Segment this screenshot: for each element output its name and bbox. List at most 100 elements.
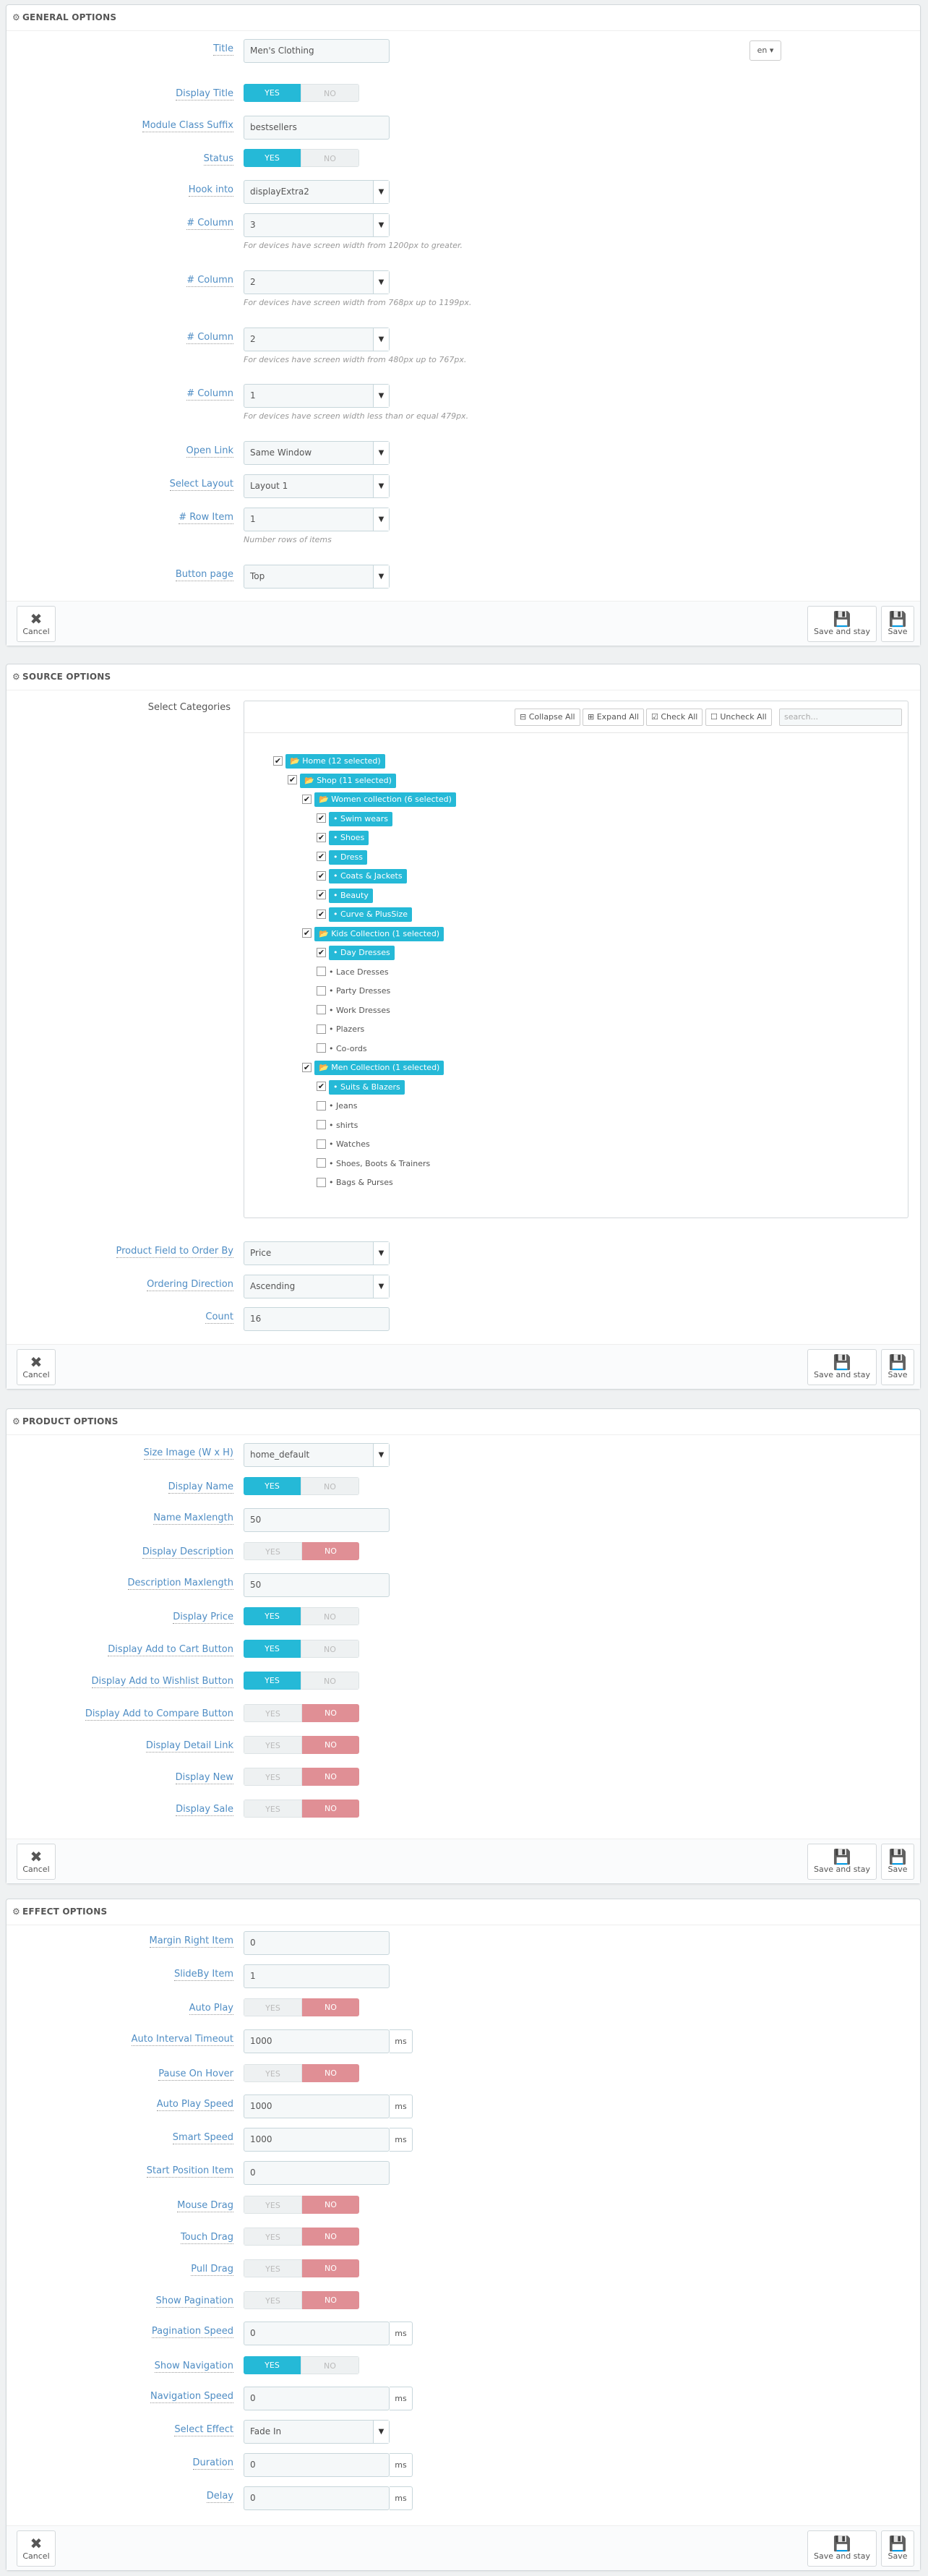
tree-node-label[interactable]: • Beauty	[329, 888, 373, 903]
auto-play-toggle[interactable]: YES NO	[244, 1998, 359, 2016]
tree-node-label[interactable]: • Swim wears	[329, 811, 393, 826]
tree-node-checkbox[interactable]: ✔	[317, 890, 326, 899]
tree-node[interactable]: ✔ 📂 Men Collection (1 selected)	[302, 1060, 444, 1076]
tree-node[interactable]: • Lace Dresses	[317, 964, 389, 980]
tree-node-checkbox[interactable]: ✔	[317, 909, 326, 919]
add-to-compare-toggle[interactable]: YES NO	[244, 1704, 359, 1722]
tree-node-label[interactable]: • Plazers	[329, 1024, 364, 1034]
expand-all-button[interactable]: ⊞ Expand All	[583, 709, 644, 726]
tree-node[interactable]: ✔ 📂 Women collection (6 selected)	[302, 792, 456, 808]
tree-node[interactable]: ✔ • Coats & Jackets	[317, 868, 407, 884]
tree-node-checkbox[interactable]: ✔	[317, 870, 326, 881]
display-title-toggle[interactable]: YES NO	[244, 84, 359, 102]
name-maxlength-input[interactable]: 50	[244, 1508, 390, 1532]
tree-node-label[interactable]: • Shoes	[329, 831, 369, 845]
row-item-select[interactable]: 1 ▼	[244, 508, 390, 531]
pull-drag-toggle[interactable]: YES NO	[244, 2259, 359, 2277]
tree-node[interactable]: ✔ • Suits & Blazers	[317, 1079, 405, 1095]
tree-node-checkbox[interactable]	[317, 1158, 326, 1168]
mouse-drag-toggle[interactable]: YES NO	[244, 2196, 359, 2214]
tree-node[interactable]: • Co-ords	[317, 1041, 367, 1057]
tree-node-checkbox[interactable]: ✔	[288, 775, 297, 784]
tree-node[interactable]: ✔ • Beauty	[317, 888, 373, 904]
collapse-all-button[interactable]: ⊟ Collapse All	[515, 709, 580, 726]
duration-input[interactable]: 0	[244, 2453, 390, 2477]
tree-node-label[interactable]: • Jeans	[329, 1101, 357, 1111]
module-class-suffix-input[interactable]: bestsellers	[244, 116, 390, 140]
display-new-toggle[interactable]: YES NO	[244, 1768, 359, 1786]
uncheck-all-button[interactable]: ☐ Uncheck All	[705, 709, 772, 726]
show-navigation-toggle[interactable]: YES NO	[244, 2356, 359, 2374]
tree-node[interactable]: ✔ 📂 Kids Collection (1 selected)	[302, 926, 444, 942]
pause-hover-toggle[interactable]: YES NO	[244, 2064, 359, 2082]
tree-node-checkbox[interactable]: ✔	[302, 794, 312, 804]
tree-node-label[interactable]: • Lace Dresses	[329, 967, 389, 977]
column-sm-select[interactable]: 2 ▼	[244, 328, 390, 351]
display-sale-toggle[interactable]: YES NO	[244, 1800, 359, 1818]
save-and-stay-button[interactable]: 💾 Save and stay	[807, 1349, 877, 1385]
tree-node[interactable]: ✔ • Day Dresses	[317, 945, 395, 961]
open-link-select[interactable]: Same Window ▼	[244, 441, 390, 465]
save-button[interactable]: 💾 Save	[881, 1349, 914, 1385]
tree-node[interactable]: ✔ • Swim wears	[317, 811, 393, 827]
tree-node-checkbox[interactable]: ✔	[317, 1082, 326, 1091]
save-button[interactable]: 💾 Save	[881, 2530, 914, 2567]
tree-node-label[interactable]: • Party Dresses	[329, 986, 390, 996]
tree-node[interactable]: • Work Dresses	[317, 1003, 390, 1019]
tree-node[interactable]: ✔ 📂 Shop (11 selected)	[288, 773, 396, 789]
delay-input[interactable]: 0	[244, 2486, 390, 2510]
tree-node-checkbox[interactable]	[317, 1100, 326, 1111]
tree-node-checkbox[interactable]: ✔	[302, 1062, 312, 1072]
add-to-cart-toggle[interactable]: YES NO	[244, 1640, 359, 1658]
tree-node[interactable]: • Bags & Purses	[317, 1175, 393, 1191]
tree-node-label[interactable]: • Dress	[329, 850, 367, 865]
language-dropdown[interactable]: en ▾	[749, 40, 781, 61]
description-maxlength-input[interactable]: 50	[244, 1573, 390, 1597]
tree-node[interactable]: ✔ • Dress	[317, 850, 367, 865]
tree-node-checkbox[interactable]	[317, 1120, 326, 1129]
display-name-toggle[interactable]: YES NO	[244, 1477, 359, 1495]
add-to-wishlist-toggle[interactable]: YES NO	[244, 1672, 359, 1690]
tree-node[interactable]: ✔ • Shoes	[317, 830, 369, 846]
tree-node-checkbox[interactable]	[317, 1043, 326, 1053]
order-by-select[interactable]: Price ▼	[244, 1241, 390, 1265]
tree-node[interactable]: ✔ 📂 Home (12 selected)	[273, 753, 385, 769]
tree-node-checkbox[interactable]: ✔	[317, 852, 326, 861]
tree-node-label[interactable]: • Suits & Blazers	[329, 1079, 405, 1095]
tree-node-label[interactable]: • Day Dresses	[329, 946, 395, 960]
tree-node[interactable]: • Party Dresses	[317, 983, 390, 999]
column-lg-select[interactable]: 3 ▼	[244, 213, 390, 237]
auto-interval-input[interactable]: 1000	[244, 2029, 390, 2053]
cancel-button[interactable]: ✖ Cancel	[17, 606, 56, 642]
size-image-select[interactable]: home_default ▼	[244, 1443, 390, 1467]
tree-node-label[interactable]: • Work Dresses	[329, 1006, 390, 1015]
save-button[interactable]: 💾 Save	[881, 1844, 914, 1880]
tree-node[interactable]: ✔ • Curve & PlusSize	[317, 907, 412, 923]
title-input[interactable]: Men's Clothing	[244, 39, 390, 63]
start-position-input[interactable]: 0	[244, 2161, 390, 2185]
cancel-button[interactable]: ✖ Cancel	[17, 1844, 56, 1880]
smart-speed-input[interactable]: 1000	[244, 2128, 390, 2152]
tree-node[interactable]: • Jeans	[317, 1098, 357, 1114]
column-md-select[interactable]: 2 ▼	[244, 270, 390, 294]
tree-node-checkbox[interactable]: ✔	[317, 832, 326, 842]
cancel-button[interactable]: ✖ Cancel	[17, 2530, 56, 2567]
tree-node-label[interactable]: • Co-ords	[329, 1044, 367, 1053]
tree-node[interactable]: • Plazers	[317, 1022, 364, 1037]
tree-node-checkbox[interactable]	[317, 967, 326, 976]
detail-link-toggle[interactable]: YES NO	[244, 1736, 359, 1754]
save-and-stay-button[interactable]: 💾 Save and stay	[807, 2530, 877, 2567]
save-button[interactable]: 💾 Save	[881, 606, 914, 642]
tree-node-checkbox[interactable]	[317, 1005, 326, 1014]
tree-search-input[interactable]: search...	[779, 709, 902, 726]
layout-select[interactable]: Layout 1 ▼	[244, 474, 390, 498]
hook-select[interactable]: displayExtra2 ▼	[244, 180, 390, 204]
tree-node-label[interactable]: • Bags & Purses	[329, 1178, 393, 1187]
column-xs-select[interactable]: 1 ▼	[244, 384, 390, 408]
tree-node-label[interactable]: 📂 Shop (11 selected)	[300, 773, 396, 788]
tree-node-checkbox[interactable]: ✔	[302, 928, 312, 938]
button-page-select[interactable]: Top ▼	[244, 565, 390, 589]
tree-node-label[interactable]: • shirts	[329, 1121, 358, 1130]
tree-node[interactable]: • shirts	[317, 1118, 358, 1134]
tree-node-label[interactable]: 📂 Home (12 selected)	[285, 754, 385, 769]
